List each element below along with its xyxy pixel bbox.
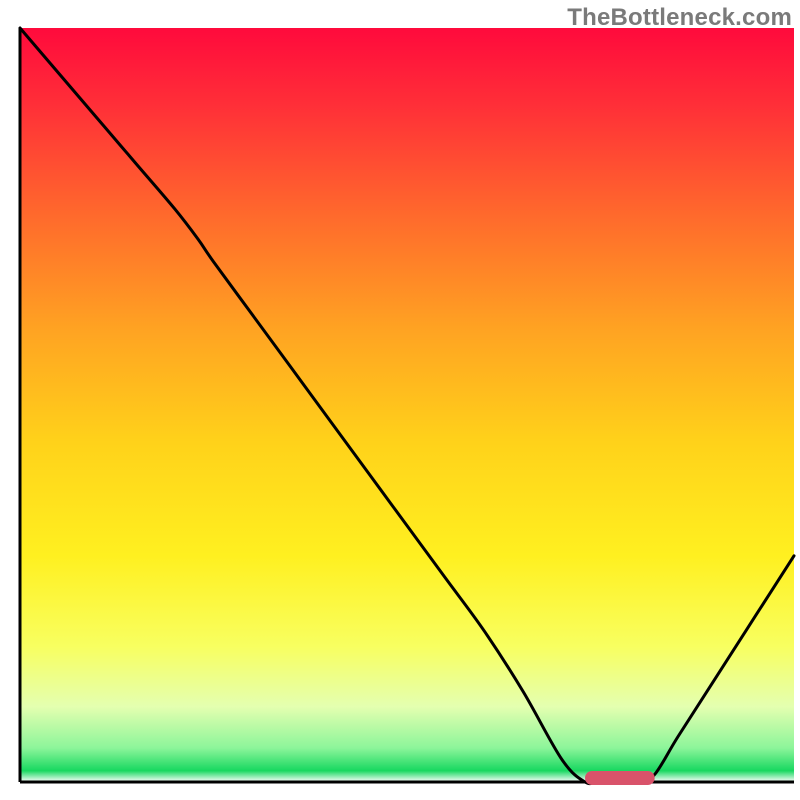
- optimal-marker: [585, 771, 655, 785]
- plot-background: [20, 28, 794, 782]
- attribution-label: TheBottleneck.com: [567, 4, 792, 32]
- bottleneck-chart: TheBottleneck.com: [0, 0, 800, 800]
- chart-canvas: [0, 0, 800, 800]
